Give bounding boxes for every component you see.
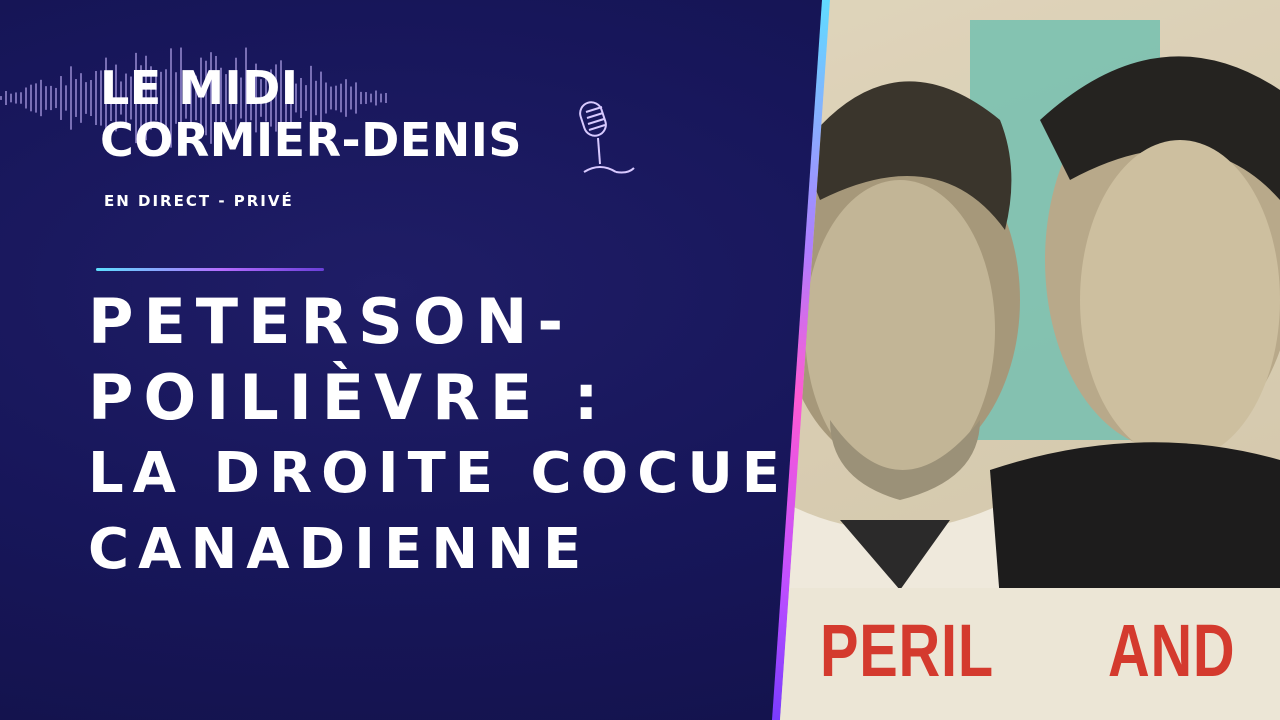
waveform-bar [30,84,32,112]
waveform-bar [55,87,57,109]
waveform-bar [10,93,12,103]
waveform-bar [40,79,42,117]
waveform-bar [85,82,87,114]
thumbnail: LE MIDI CORMIER-DENIS EN DIRECT - PRIVÉ … [0,0,1280,720]
waveform-bar [15,92,17,104]
episode-headline: PETERSON- POILIÈVRE : LA DROITE COCUE CA… [88,284,789,588]
live-subtitle: EN DIRECT - PRIVÉ [104,192,294,210]
poster-word-right: AND [1108,609,1236,692]
show-title-line-1: LE MIDI [100,61,299,115]
waveform-bar [50,85,52,111]
headline-line-2: POILIÈVRE : [88,361,609,434]
waveform-bar [35,83,37,113]
headline-line-1: PETERSON- [88,285,574,358]
waveform-bar [80,73,82,123]
guest-photo: PERIL AND [780,0,1280,720]
waveform-bar [25,87,27,109]
waveform-bar [60,76,62,120]
poster-word-left: PERIL [820,609,994,692]
show-title-line-2: CORMIER-DENIS [100,113,522,167]
waveform-bar [0,96,2,100]
waveform-bar [65,85,67,111]
waveform-bar [95,71,97,125]
gradient-divider [96,268,324,271]
microphone-icon [579,101,635,174]
headline-line-3: LA DROITE COCUE [88,441,790,506]
headline-line-4: CANADIENNE [88,517,591,582]
waveform-bar [45,86,47,110]
show-title: LE MIDI CORMIER-DENIS [100,62,522,166]
waveform-bar [75,79,77,117]
waveform-bar [20,92,22,104]
waveform-bar [5,91,7,105]
waveform-bar [70,66,72,130]
waveform-bar [90,80,92,116]
